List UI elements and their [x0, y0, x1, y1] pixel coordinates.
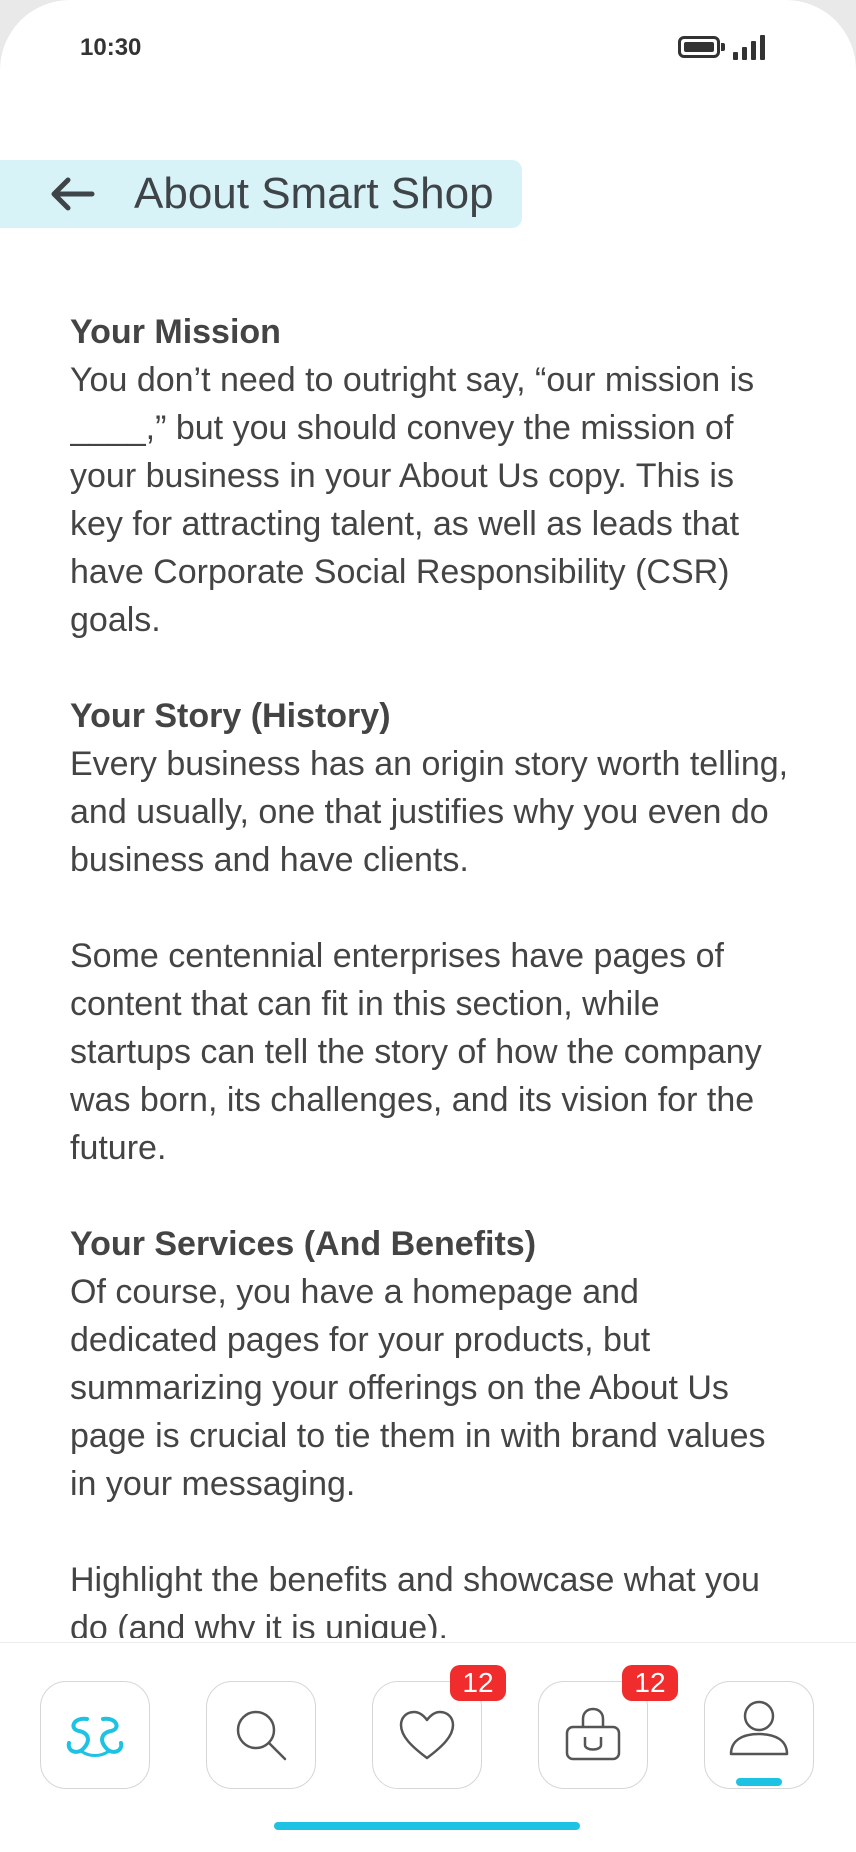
- section-services: Your Services (And Benefits) Of course, …: [70, 1220, 790, 1638]
- page-title: About Smart Shop: [134, 169, 494, 218]
- section-mission: Your Mission You don’t need to outright …: [70, 308, 790, 644]
- signal-icon: [733, 34, 769, 60]
- home-indicator: [274, 1822, 580, 1830]
- bottom-nav: 12 12: [0, 1642, 856, 1852]
- user-icon: [729, 1700, 789, 1755]
- search-icon: [236, 1710, 287, 1761]
- nav-home-button[interactable]: [40, 1681, 150, 1789]
- section-title: Your Story (History): [70, 697, 391, 735]
- about-content: Your Mission You don’t need to outright …: [70, 308, 790, 1638]
- section-paragraph: Highlight the benefits and showcase what…: [70, 1561, 760, 1638]
- section-story: Your Story (History) Every business has …: [70, 692, 790, 1172]
- active-tab-indicator: [736, 1778, 782, 1786]
- section-title: Your Mission: [70, 313, 281, 351]
- app-screen: 10:30 About Smart Shop Your Mission You …: [0, 0, 856, 1852]
- page-header: About Smart Shop: [0, 160, 522, 228]
- section-title: Your Services (And Benefits): [70, 1225, 537, 1263]
- section-paragraph: Of course, you have a homepage and dedic…: [70, 1273, 766, 1503]
- logo-icon: [66, 1716, 124, 1757]
- shopping-bag-icon: [565, 1707, 621, 1761]
- heart-icon: [399, 1710, 455, 1760]
- cart-count-badge: 12: [622, 1665, 678, 1701]
- nav-search-button[interactable]: [206, 1681, 316, 1789]
- status-time: 10:30: [80, 34, 142, 61]
- section-paragraph: Some centennial enterprises have pages o…: [70, 937, 762, 1167]
- back-arrow-icon[interactable]: [48, 176, 98, 212]
- section-paragraph: Every business has an origin story worth…: [70, 745, 789, 879]
- nav-profile-button[interactable]: [704, 1681, 814, 1789]
- battery-icon: [678, 36, 725, 58]
- favorites-count-badge: 12: [450, 1665, 506, 1701]
- section-paragraph: You don’t need to outright say, “our mis…: [70, 361, 755, 639]
